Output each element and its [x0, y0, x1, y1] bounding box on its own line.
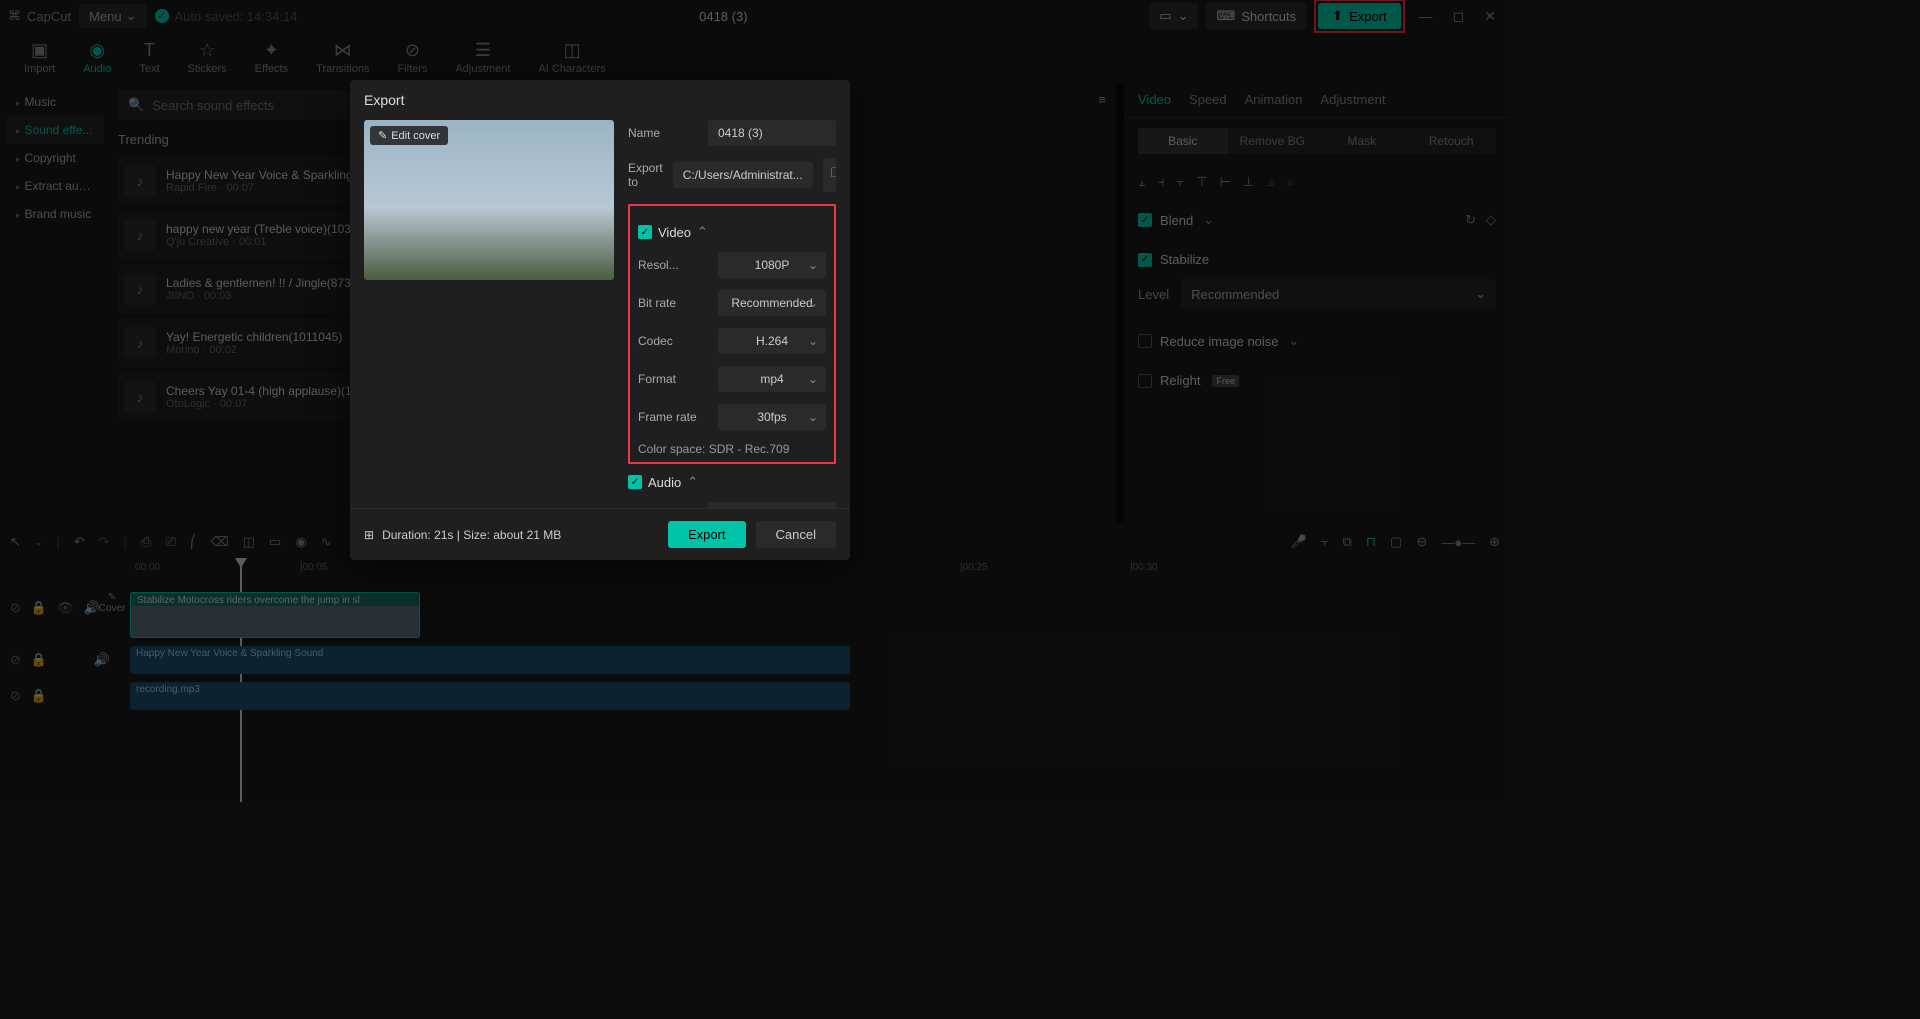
audio-section-header[interactable]: ✓ Audio ⌃ [628, 474, 836, 490]
modal-title: Export [350, 80, 850, 120]
chevron-up-icon: ⌃ [687, 474, 698, 490]
bitrate-label: Bit rate [638, 296, 708, 310]
browse-folder-button[interactable]: 🗀 [823, 158, 836, 192]
duration-info: Duration: 21s | Size: about 21 MB [382, 528, 561, 542]
exportto-label: Export to [628, 161, 663, 189]
film-icon: ⊞ [364, 528, 374, 542]
export-modal: Export ✎ Edit cover Name 0418 (3) Export… [350, 80, 850, 560]
name-label: Name [628, 126, 698, 140]
name-input[interactable]: 0418 (3) [708, 120, 836, 146]
pencil-icon: ✎ [378, 129, 387, 142]
format-select[interactable]: mp4 [718, 366, 826, 392]
video-section-highlight: ✓ Video ⌃ Resol... 1080P Bit rate Recommen… [628, 204, 836, 464]
framerate-label: Frame rate [638, 410, 708, 424]
video-section-header[interactable]: ✓ Video ⌃ [638, 224, 826, 240]
format-label: Format [638, 372, 708, 386]
exportto-input[interactable]: C:/Users/Administrat... [673, 162, 813, 188]
audio-label: Audio [648, 475, 681, 490]
resolution-label: Resol... [638, 258, 708, 272]
codec-label: Codec [638, 334, 708, 348]
edit-cover-label: Edit cover [391, 130, 440, 142]
codec-select[interactable]: H.264 [718, 328, 826, 354]
checkbox-checked-icon[interactable]: ✓ [628, 475, 642, 489]
export-confirm-button[interactable]: Export [668, 521, 746, 548]
edit-cover-button[interactable]: ✎ Edit cover [370, 126, 448, 145]
cancel-button[interactable]: Cancel [756, 521, 836, 548]
framerate-select[interactable]: 30fps [718, 404, 826, 430]
colorspace-text: Color space: SDR - Rec.709 [638, 442, 826, 456]
audio-format-select[interactable]: MP3 [708, 502, 836, 508]
video-label: Video [658, 225, 691, 240]
bitrate-select[interactable]: Recommended [718, 290, 826, 316]
cover-preview: ✎ Edit cover [364, 120, 614, 280]
chevron-up-icon: ⌃ [697, 224, 708, 240]
resolution-select[interactable]: 1080P [718, 252, 826, 278]
checkbox-checked-icon[interactable]: ✓ [638, 225, 652, 239]
folder-icon: 🗀 [831, 165, 836, 180]
